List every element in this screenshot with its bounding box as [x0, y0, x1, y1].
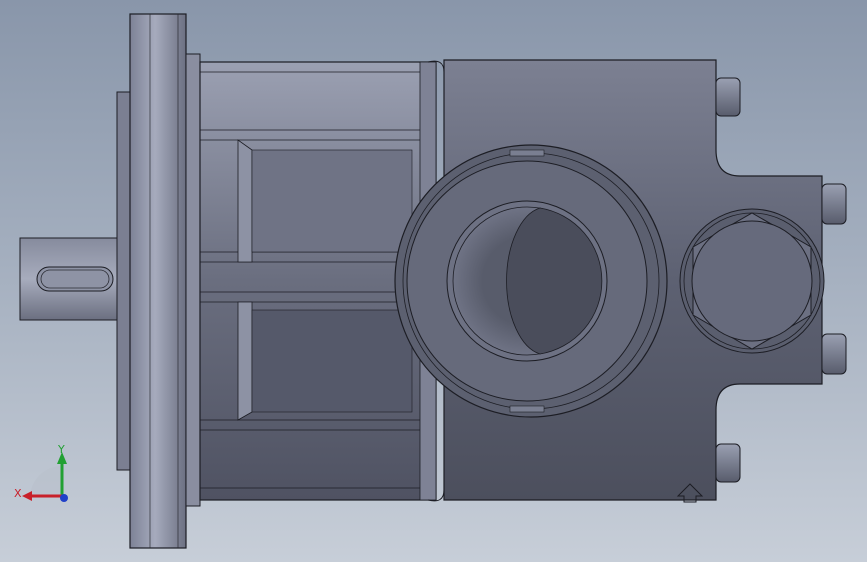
bolt-head	[821, 333, 847, 375]
graphics-viewport[interactable]: Y X	[0, 0, 867, 562]
y-axis-label: Y	[57, 443, 65, 456]
pilot-spigot	[116, 91, 132, 471]
outlet-port[interactable]	[394, 144, 668, 418]
orientation-triad: Y X	[14, 443, 68, 502]
shaft-keyway	[36, 266, 114, 292]
pump-model[interactable]	[0, 0, 867, 562]
bolt-head	[821, 183, 847, 225]
x-axis-label: X	[14, 487, 22, 500]
bolt-head	[715, 77, 741, 117]
bolt-head	[715, 443, 741, 483]
drive-shaft[interactable]	[19, 237, 123, 321]
mounting-flange[interactable]	[129, 13, 201, 549]
drain-plug[interactable]	[679, 208, 825, 354]
